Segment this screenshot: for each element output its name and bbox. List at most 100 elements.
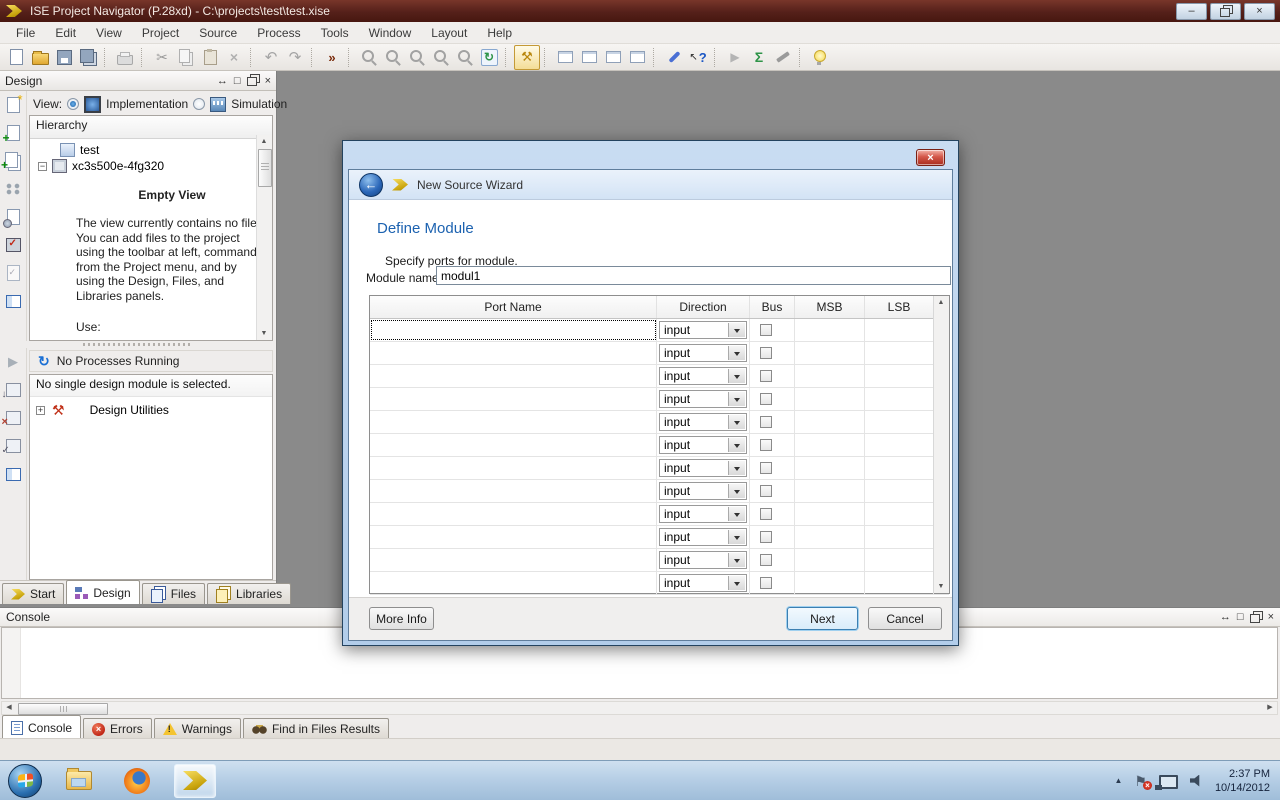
dropdown-arrow-icon[interactable]: [728, 530, 745, 544]
direction-select[interactable]: input: [659, 551, 747, 569]
msb-cell[interactable]: [795, 388, 865, 410]
undo-icon[interactable]: ↶: [259, 46, 283, 69]
redo-icon[interactable]: ↷: [283, 46, 307, 69]
menu-source[interactable]: Source: [189, 23, 247, 43]
restore-button[interactable]: [1210, 3, 1241, 20]
stop-process-icon[interactable]: [2, 409, 24, 427]
restore-window-icon[interactable]: [625, 46, 649, 69]
hscrollbar-thumb[interactable]: [18, 703, 108, 715]
lsb-cell[interactable]: [865, 480, 934, 502]
dropdown-arrow-icon[interactable]: [728, 507, 745, 521]
msb-cell[interactable]: [795, 526, 865, 548]
port-name-cell[interactable]: [370, 526, 657, 548]
port-name-cell[interactable]: [370, 388, 657, 410]
add-copy-of-source-icon[interactable]: [2, 152, 24, 170]
msb-cell[interactable]: [795, 434, 865, 456]
tab-errors[interactable]: Errors: [83, 718, 152, 739]
port-name-cell[interactable]: [370, 411, 657, 433]
collapse-expander-icon[interactable]: −: [38, 162, 47, 171]
direction-select[interactable]: input: [659, 459, 747, 477]
sum-icon[interactable]: Σ: [747, 46, 771, 69]
copy-icon[interactable]: [174, 46, 198, 69]
new-source-icon[interactable]: [2, 96, 24, 114]
scroll-left-icon[interactable]: ◀: [2, 702, 16, 714]
paste-icon[interactable]: [198, 46, 222, 69]
direction-select[interactable]: input: [659, 367, 747, 385]
lsb-cell[interactable]: [865, 388, 934, 410]
msb-cell[interactable]: [795, 365, 865, 387]
port-name-cell[interactable]: [370, 342, 657, 364]
split-v-icon[interactable]: [601, 46, 625, 69]
save-icon[interactable]: [52, 46, 76, 69]
scroll-up-icon[interactable]: ▲: [257, 135, 271, 148]
msb-cell[interactable]: [795, 480, 865, 502]
dropdown-arrow-icon[interactable]: [728, 553, 745, 567]
msb-cell[interactable]: [795, 572, 865, 594]
menu-layout[interactable]: Layout: [421, 23, 477, 43]
run-icon[interactable]: ▶: [723, 46, 747, 69]
scroll-up-icon[interactable]: ▲: [934, 296, 948, 309]
dropdown-arrow-icon[interactable]: [728, 438, 745, 452]
save-all-icon[interactable]: [76, 46, 100, 69]
zoom-fit-icon[interactable]: [453, 46, 477, 69]
file-check-icon[interactable]: [2, 264, 24, 282]
delete-icon[interactable]: ×: [222, 46, 246, 69]
taskbar-explorer-button[interactable]: [58, 764, 100, 798]
panel-splitter[interactable]: [0, 341, 276, 348]
port-name-cell[interactable]: [370, 434, 657, 456]
bus-checkbox[interactable]: [760, 370, 772, 382]
taskbar-ise-button[interactable]: [174, 764, 216, 798]
wrench-icon[interactable]: [662, 46, 686, 69]
bus-checkbox[interactable]: [760, 554, 772, 566]
maximize-panel-icon[interactable]: □: [234, 75, 241, 87]
lsb-cell[interactable]: [865, 503, 934, 525]
scrollbar-thumb[interactable]: [258, 149, 272, 187]
direction-select[interactable]: input: [659, 321, 747, 339]
close-button[interactable]: ×: [1244, 3, 1275, 20]
dropdown-arrow-icon[interactable]: [728, 461, 745, 475]
port-name-cell[interactable]: [370, 319, 657, 341]
overflow-icon[interactable]: »: [320, 46, 344, 69]
msb-cell[interactable]: [795, 319, 865, 341]
tab-warnings[interactable]: Warnings: [154, 718, 241, 739]
port-name-cell[interactable]: [370, 572, 657, 594]
port-name-cell[interactable]: [370, 365, 657, 387]
lsb-cell[interactable]: [865, 572, 934, 594]
zoom-full-icon[interactable]: [405, 46, 429, 69]
refresh-icon[interactable]: ↻: [477, 46, 501, 69]
tab-design[interactable]: Design: [66, 580, 139, 604]
cancel-button[interactable]: Cancel: [868, 607, 942, 630]
lsb-cell[interactable]: [865, 319, 934, 341]
direction-select[interactable]: input: [659, 436, 747, 454]
bus-checkbox[interactable]: [760, 531, 772, 543]
lightbulb-icon[interactable]: [808, 46, 832, 69]
lsb-cell[interactable]: [865, 342, 934, 364]
bus-checkbox[interactable]: [760, 393, 772, 405]
float-console-icon[interactable]: ↔: [1220, 611, 1231, 623]
bus-checkbox[interactable]: [760, 347, 772, 359]
zoom-out-icon[interactable]: [381, 46, 405, 69]
msb-cell[interactable]: [795, 503, 865, 525]
scroll-down-icon[interactable]: ▼: [257, 327, 271, 340]
show-columns-icon[interactable]: [2, 465, 24, 483]
next-button[interactable]: Next: [787, 607, 858, 630]
float-panel-icon[interactable]: ↔: [217, 75, 228, 87]
simulation-radio[interactable]: [193, 98, 205, 110]
restore-panel-icon[interactable]: [247, 77, 257, 86]
dropdown-arrow-icon[interactable]: [728, 392, 745, 406]
scroll-right-icon[interactable]: ▶: [1263, 702, 1277, 714]
print-icon[interactable]: [113, 46, 137, 69]
dropdown-arrow-icon[interactable]: [728, 323, 745, 337]
close-console-icon[interactable]: ×: [1268, 611, 1274, 623]
direction-select[interactable]: input: [659, 505, 747, 523]
device-check-icon[interactable]: [2, 236, 24, 254]
lsb-cell[interactable]: [865, 411, 934, 433]
minimize-button[interactable]: –: [1176, 3, 1207, 20]
dropdown-arrow-icon[interactable]: [728, 369, 745, 383]
tab-files[interactable]: Files: [142, 583, 205, 604]
dropdown-arrow-icon[interactable]: [728, 576, 745, 590]
port-name-cell[interactable]: [370, 503, 657, 525]
lsb-cell[interactable]: [865, 434, 934, 456]
menu-help[interactable]: Help: [477, 23, 522, 43]
dropdown-arrow-icon[interactable]: [728, 346, 745, 360]
